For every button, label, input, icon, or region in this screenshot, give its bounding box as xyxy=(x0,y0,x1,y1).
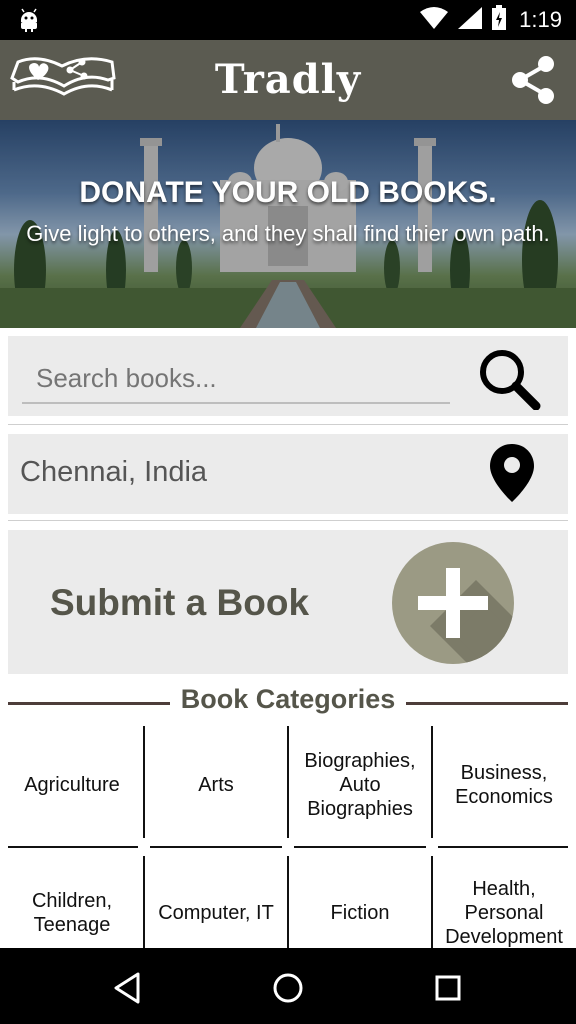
android-icon xyxy=(18,8,40,37)
category-grid: Agriculture Arts Biographies, Auto Biogr… xyxy=(0,726,576,948)
search-card xyxy=(8,336,568,416)
category-label: Business, Economics xyxy=(455,762,553,808)
category-label: Children, Teenage xyxy=(31,890,113,936)
grid-divider xyxy=(143,856,145,948)
recents-icon[interactable] xyxy=(428,968,468,1008)
divider xyxy=(8,424,568,425)
grid-divider xyxy=(287,856,289,948)
app-title: Tradly xyxy=(214,56,362,103)
battery-icon xyxy=(491,4,507,36)
category-label: Biographies, Auto Biographies xyxy=(304,750,416,820)
wifi-icon xyxy=(419,6,449,35)
grid-divider xyxy=(287,726,289,838)
categories-header: Book Categories xyxy=(8,684,568,720)
signal-icon xyxy=(457,6,483,35)
search-input[interactable] xyxy=(22,354,450,404)
grid-divider xyxy=(143,726,145,838)
grid-divider xyxy=(431,726,433,838)
home-icon[interactable] xyxy=(268,968,308,1008)
system-nav-bar xyxy=(0,948,576,1024)
category-label: Fiction xyxy=(330,902,390,924)
grid-divider xyxy=(294,846,426,848)
hero-headline: DONATE YOUR OLD BOOKS. xyxy=(79,176,497,209)
category-business[interactable]: Business, Economics xyxy=(432,726,576,844)
category-biographies[interactable]: Biographies, Auto Biographies xyxy=(288,726,432,844)
clock: 1:19 xyxy=(519,7,562,32)
status-bar: 1:19 xyxy=(0,0,576,40)
category-label: Health, Personal Development xyxy=(445,878,563,948)
header-rule-right xyxy=(406,702,568,705)
category-fiction[interactable]: Fiction xyxy=(288,852,432,948)
add-book-button[interactable] xyxy=(392,542,514,664)
share-icon[interactable] xyxy=(508,54,558,111)
category-label: Arts xyxy=(198,774,234,796)
submit-book-card[interactable]: Submit a Book xyxy=(8,530,568,674)
category-children[interactable]: Children, Teenage xyxy=(0,852,144,948)
hero-subtitle: Give light to others, and they shall fin… xyxy=(26,221,550,246)
categories-title: Book Categories xyxy=(180,684,396,714)
category-computer[interactable]: Computer, IT xyxy=(144,852,288,948)
app-bar: Tradly xyxy=(0,40,576,120)
search-icon[interactable] xyxy=(476,344,542,411)
category-label: Computer, IT xyxy=(158,902,274,924)
grid-divider xyxy=(8,846,138,848)
grid-divider xyxy=(431,856,433,948)
grid-divider xyxy=(438,846,568,848)
hero-banner: DONATE YOUR OLD BOOKS. Give light to oth… xyxy=(0,120,576,328)
grid-divider xyxy=(150,846,282,848)
category-arts[interactable]: Arts xyxy=(144,726,288,844)
divider xyxy=(8,520,568,521)
submit-book-label: Submit a Book xyxy=(50,582,310,623)
location-text: Chennai, India xyxy=(20,456,208,488)
category-agriculture[interactable]: Agriculture xyxy=(0,726,144,844)
map-pin-icon[interactable] xyxy=(488,442,536,511)
back-icon[interactable] xyxy=(108,968,148,1008)
location-card[interactable]: Chennai, India xyxy=(8,434,568,514)
category-health[interactable]: Health, Personal Development xyxy=(432,852,576,948)
category-label: Agriculture xyxy=(24,774,120,796)
